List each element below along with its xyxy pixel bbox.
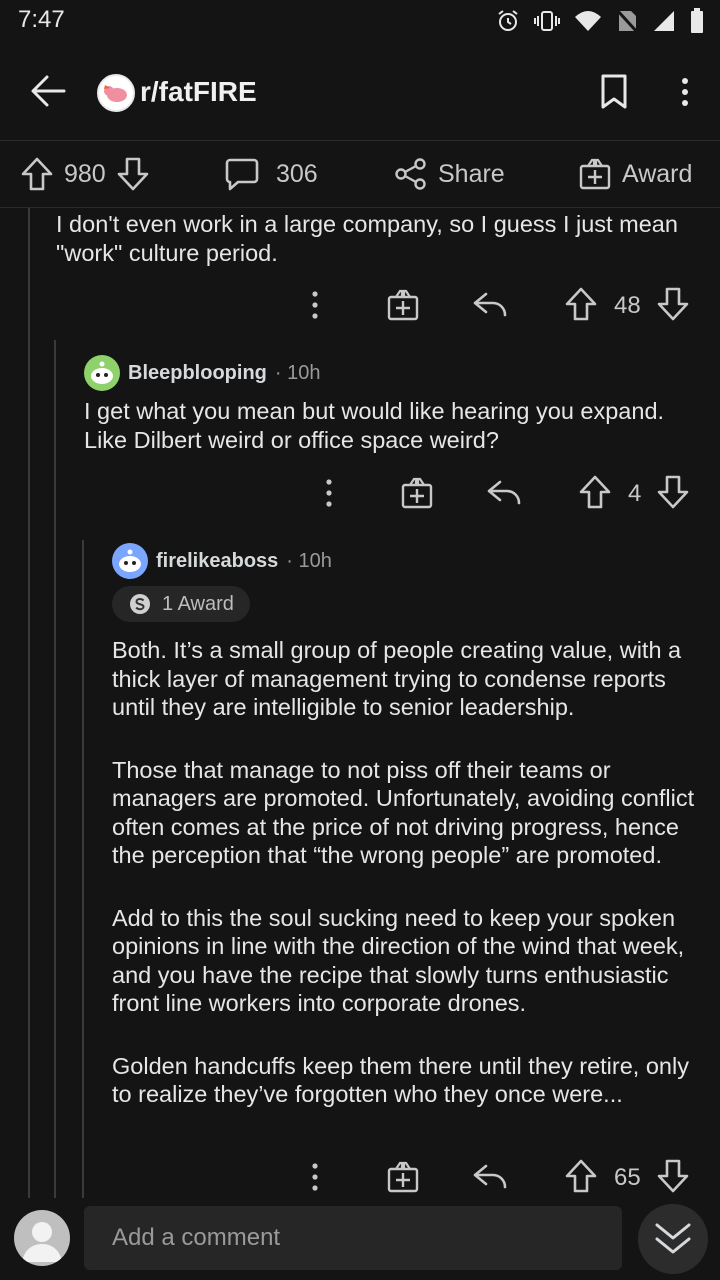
status-icons [496,8,704,34]
subreddit-avatar[interactable] [97,74,135,112]
comment-actions: 65 [300,1158,700,1198]
app-header: r/fatFIRE [0,44,720,141]
thread-line[interactable] [82,540,84,1198]
reply-icon[interactable] [472,1162,508,1192]
bookmark-icon [601,74,627,109]
more-vertical-icon[interactable] [324,478,334,508]
comment-paragraph: Both. It’s a small group of people creat… [112,637,682,720]
comment-score: 48 [614,292,641,319]
more-vertical-icon [682,78,688,106]
comment-time: · 10h [286,549,332,572]
comments-count: 306 [276,159,318,188]
no-sim-icon [616,9,638,33]
snoo-icon [91,361,113,384]
more-vertical-icon[interactable] [310,290,320,320]
subreddit-name[interactable]: r/fatFIRE [140,76,257,108]
comments-count-button[interactable]: 306 [224,141,318,207]
pig-icon [104,85,127,102]
save-button[interactable] [600,74,628,115]
share-button[interactable]: Share [394,141,505,207]
post-vote: 980 [20,141,150,207]
bottom-comment-bar [0,1200,720,1280]
more-vertical-icon[interactable] [310,1162,320,1192]
arrow-down-icon[interactable] [656,474,690,510]
arrow-down-icon[interactable] [656,1158,690,1194]
reply-icon[interactable] [472,290,508,320]
comment-author-name[interactable]: Bleepblooping [128,362,267,385]
comment-score: 4 [628,480,642,507]
more-options-button[interactable] [680,77,690,112]
back-button[interactable] [30,74,66,113]
comment-body: I get what you mean but would like heari… [84,398,665,453]
next-comment-button[interactable] [638,1204,708,1274]
avatar[interactable] [84,355,120,391]
comment-actions: 4 [314,474,704,514]
award-label: Award [622,159,693,188]
comment-paragraph: Add to this the soul sucking need to kee… [112,904,685,1017]
comment-body: Both. It’s a small group of people creat… [112,636,707,1143]
comment-paragraph: Golden handcuffs keep them there until t… [112,1052,689,1108]
status-bar: 7:47 [0,0,720,44]
arrow-down-icon[interactable] [656,286,690,322]
post-action-bar: 980 306 Share Award [0,141,720,208]
award-button[interactable]: Award [578,141,692,207]
share-icon [395,158,426,190]
battery-icon [691,8,703,33]
comment-time: · 10h [274,361,321,384]
share-label: Share [438,159,505,188]
gift-icon[interactable] [386,1160,420,1194]
user-avatar[interactable] [14,1210,70,1266]
gift-icon[interactable] [386,288,420,322]
comment-body: I don't even work in a large company, so… [56,211,678,266]
comment-author-name[interactable]: firelikeaboss [156,550,278,573]
arrow-up-icon[interactable] [564,1158,598,1194]
arrow-left-icon [31,75,66,107]
user-icon [22,1222,62,1262]
vibrate-icon [534,11,560,31]
reply-icon[interactable] [486,478,522,508]
alarm-icon [498,10,518,31]
status-time: 7:47 [18,6,65,33]
comment-icon [225,158,259,191]
snoo-icon [119,549,141,572]
silver-award-icon [130,594,150,614]
comment-actions: 48 [300,286,700,326]
arrow-up-icon[interactable] [564,286,598,322]
post-score: 980 [64,159,106,188]
gift-icon[interactable] [400,476,434,510]
award-chip[interactable]: 1 Award [112,586,250,622]
thread-line[interactable] [28,208,30,1198]
wifi-icon [575,11,601,31]
arrow-down-icon[interactable] [116,156,150,192]
arrow-up-icon[interactable] [20,156,54,192]
add-comment-input[interactable] [84,1206,622,1270]
award-count: 1 Award [162,592,234,615]
double-chevron-down-icon [655,1223,691,1254]
comment-score: 65 [614,1164,641,1191]
signal-icon [654,11,674,31]
arrow-up-icon[interactable] [578,474,612,510]
avatar[interactable] [112,543,148,579]
gift-icon [579,158,611,190]
comment-author-row: firelikeaboss · 10h [112,543,332,579]
comment-author-row: Bleepblooping · 10h [84,355,320,391]
thread-line[interactable] [54,340,56,1198]
comment-paragraph: Those that manage to not piss off their … [112,756,695,869]
